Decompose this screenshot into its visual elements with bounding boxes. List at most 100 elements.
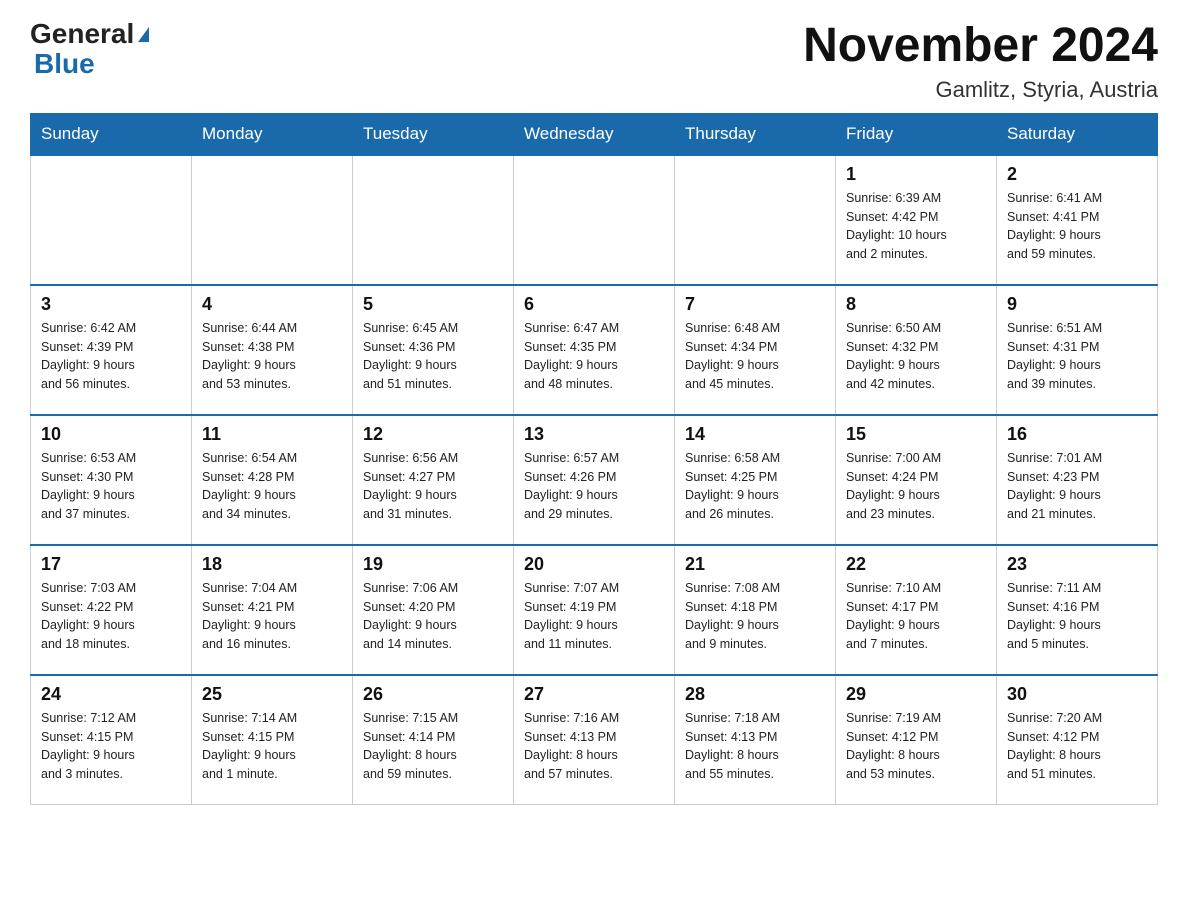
day-info: Sunrise: 6:47 AMSunset: 4:35 PMDaylight:… — [524, 319, 664, 394]
calendar-week-row: 17 Sunrise: 7:03 AMSunset: 4:22 PMDayligh… — [31, 545, 1158, 675]
day-number: 16 — [1007, 424, 1147, 445]
day-info: Sunrise: 7:19 AMSunset: 4:12 PMDaylight:… — [846, 709, 986, 784]
day-number: 17 — [41, 554, 181, 575]
calendar-cell: 13 Sunrise: 6:57 AMSunset: 4:26 PMDayligh… — [514, 415, 675, 545]
day-number: 11 — [202, 424, 342, 445]
day-number: 25 — [202, 684, 342, 705]
day-info: Sunrise: 7:10 AMSunset: 4:17 PMDaylight:… — [846, 579, 986, 654]
calendar-cell: 6Sunrise: 6:47 AMSunset: 4:35 PMDaylight… — [514, 285, 675, 415]
month-title: November 2024 — [803, 20, 1158, 73]
day-info: Sunrise: 7:01 AMSunset: 4:23 PMDaylight:… — [1007, 449, 1147, 524]
day-number: 19 — [363, 554, 503, 575]
calendar-week-row: 3 Sunrise: 6:42 AMSunset: 4:39 PMDaylight… — [31, 285, 1158, 415]
calendar-cell — [353, 155, 514, 285]
day-number: 14 — [685, 424, 825, 445]
day-info: Sunrise: 6:57 AMSunset: 4:26 PMDaylight:… — [524, 449, 664, 524]
calendar-cell: 15Sunrise: 7:00 AMSunset: 4:24 PMDayligh… — [836, 415, 997, 545]
calendar-cell: 18 Sunrise: 7:04 AMSunset: 4:21 PMDayligh… — [192, 545, 353, 675]
day-info: Sunrise: 7:14 AMSunset: 4:15 PMDaylight:… — [202, 709, 342, 784]
day-number: 24 — [41, 684, 181, 705]
calendar-cell: 7Sunrise: 6:48 AMSunset: 4:34 PMDaylight… — [675, 285, 836, 415]
day-info: Sunrise: 7:18 AMSunset: 4:13 PMDaylight:… — [685, 709, 825, 784]
day-number: 3 — [41, 294, 181, 315]
day-number: 23 — [1007, 554, 1147, 575]
calendar-cell — [514, 155, 675, 285]
calendar-cell: 17 Sunrise: 7:03 AMSunset: 4:22 PMDayligh… — [31, 545, 192, 675]
calendar-cell: 5 Sunrise: 6:45 AMSunset: 4:36 PMDaylight… — [353, 285, 514, 415]
weekday-header-tuesday: Tuesday — [353, 113, 514, 155]
title-block: November 2024 Gamlitz, Styria, Austria — [803, 20, 1158, 103]
day-number: 21 — [685, 554, 825, 575]
logo-blue-text: Blue — [34, 48, 95, 79]
weekday-header-monday: Monday — [192, 113, 353, 155]
calendar-cell: 11 Sunrise: 6:54 AMSunset: 4:28 PMDayligh… — [192, 415, 353, 545]
day-number: 18 — [202, 554, 342, 575]
calendar-cell: 30 Sunrise: 7:20 AMSunset: 4:12 PMDayligh… — [997, 675, 1158, 805]
day-number: 4 — [202, 294, 342, 315]
calendar-week-row: 10 Sunrise: 6:53 AMSunset: 4:30 PMDayligh… — [31, 415, 1158, 545]
day-info: Sunrise: 7:08 AMSunset: 4:18 PMDaylight:… — [685, 579, 825, 654]
calendar-cell — [675, 155, 836, 285]
day-info: Sunrise: 6:58 AMSunset: 4:25 PMDaylight:… — [685, 449, 825, 524]
calendar-cell: 3 Sunrise: 6:42 AMSunset: 4:39 PMDaylight… — [31, 285, 192, 415]
day-info: Sunrise: 7:12 AMSunset: 4:15 PMDaylight:… — [41, 709, 181, 784]
calendar-cell: 20 Sunrise: 7:07 AMSunset: 4:19 PMDayligh… — [514, 545, 675, 675]
day-number: 13 — [524, 424, 664, 445]
calendar-cell: 29 Sunrise: 7:19 AMSunset: 4:12 PMDayligh… — [836, 675, 997, 805]
calendar-week-row: 1Sunrise: 6:39 AMSunset: 4:42 PMDaylight… — [31, 155, 1158, 285]
day-info: Sunrise: 7:15 AMSunset: 4:14 PMDaylight:… — [363, 709, 503, 784]
day-info: Sunrise: 7:20 AMSunset: 4:12 PMDaylight:… — [1007, 709, 1147, 784]
logo-general-text: General — [30, 20, 134, 48]
calendar-cell: 16 Sunrise: 7:01 AMSunset: 4:23 PMDayligh… — [997, 415, 1158, 545]
calendar-cell: 14 Sunrise: 6:58 AMSunset: 4:25 PMDayligh… — [675, 415, 836, 545]
day-info: Sunrise: 6:45 AMSunset: 4:36 PMDaylight:… — [363, 319, 503, 394]
day-info: Sunrise: 7:11 AMSunset: 4:16 PMDaylight:… — [1007, 579, 1147, 654]
calendar-cell — [192, 155, 353, 285]
calendar-cell: 2 Sunrise: 6:41 AMSunset: 4:41 PMDaylight… — [997, 155, 1158, 285]
day-number: 22 — [846, 554, 986, 575]
day-number: 10 — [41, 424, 181, 445]
day-number: 2 — [1007, 164, 1147, 185]
calendar-cell — [31, 155, 192, 285]
calendar-cell: 12 Sunrise: 6:56 AMSunset: 4:27 PMDayligh… — [353, 415, 514, 545]
calendar-cell: 25 Sunrise: 7:14 AMSunset: 4:15 PMDayligh… — [192, 675, 353, 805]
day-info: Sunrise: 7:07 AMSunset: 4:19 PMDaylight:… — [524, 579, 664, 654]
day-number: 7 — [685, 294, 825, 315]
day-number: 28 — [685, 684, 825, 705]
day-info: Sunrise: 7:06 AMSunset: 4:20 PMDaylight:… — [363, 579, 503, 654]
page-header: General Blue November 2024 Gamlitz, Styr… — [30, 20, 1158, 103]
day-number: 5 — [363, 294, 503, 315]
day-info: Sunrise: 6:42 AMSunset: 4:39 PMDaylight:… — [41, 319, 181, 394]
weekday-header-saturday: Saturday — [997, 113, 1158, 155]
day-number: 9 — [1007, 294, 1147, 315]
calendar-cell: 8Sunrise: 6:50 AMSunset: 4:32 PMDaylight… — [836, 285, 997, 415]
day-number: 30 — [1007, 684, 1147, 705]
day-info: Sunrise: 7:16 AMSunset: 4:13 PMDaylight:… — [524, 709, 664, 784]
calendar-cell: 24 Sunrise: 7:12 AMSunset: 4:15 PMDayligh… — [31, 675, 192, 805]
day-number: 20 — [524, 554, 664, 575]
day-number: 29 — [846, 684, 986, 705]
calendar-table: SundayMondayTuesdayWednesdayThursdayFrid… — [30, 113, 1158, 806]
day-info: Sunrise: 6:53 AMSunset: 4:30 PMDaylight:… — [41, 449, 181, 524]
day-number: 12 — [363, 424, 503, 445]
logo: General Blue — [30, 20, 149, 80]
logo-triangle-icon — [138, 27, 149, 42]
day-info: Sunrise: 6:54 AMSunset: 4:28 PMDaylight:… — [202, 449, 342, 524]
day-info: Sunrise: 6:56 AMSunset: 4:27 PMDaylight:… — [363, 449, 503, 524]
day-info: Sunrise: 7:03 AMSunset: 4:22 PMDaylight:… — [41, 579, 181, 654]
day-number: 15 — [846, 424, 986, 445]
calendar-cell: 19 Sunrise: 7:06 AMSunset: 4:20 PMDayligh… — [353, 545, 514, 675]
day-info: Sunrise: 6:50 AMSunset: 4:32 PMDaylight:… — [846, 319, 986, 394]
day-info: Sunrise: 7:04 AMSunset: 4:21 PMDaylight:… — [202, 579, 342, 654]
day-info: Sunrise: 6:41 AMSunset: 4:41 PMDaylight:… — [1007, 189, 1147, 264]
weekday-header-sunday: Sunday — [31, 113, 192, 155]
calendar-cell: 10 Sunrise: 6:53 AMSunset: 4:30 PMDayligh… — [31, 415, 192, 545]
day-info: Sunrise: 6:39 AMSunset: 4:42 PMDaylight:… — [846, 189, 986, 264]
calendar-cell: 9Sunrise: 6:51 AMSunset: 4:31 PMDaylight… — [997, 285, 1158, 415]
calendar-cell: 28 Sunrise: 7:18 AMSunset: 4:13 PMDayligh… — [675, 675, 836, 805]
weekday-header-thursday: Thursday — [675, 113, 836, 155]
calendar-cell: 22 Sunrise: 7:10 AMSunset: 4:17 PMDayligh… — [836, 545, 997, 675]
calendar-cell: 27Sunrise: 7:16 AMSunset: 4:13 PMDayligh… — [514, 675, 675, 805]
calendar-week-row: 24 Sunrise: 7:12 AMSunset: 4:15 PMDayligh… — [31, 675, 1158, 805]
location-title: Gamlitz, Styria, Austria — [803, 77, 1158, 103]
